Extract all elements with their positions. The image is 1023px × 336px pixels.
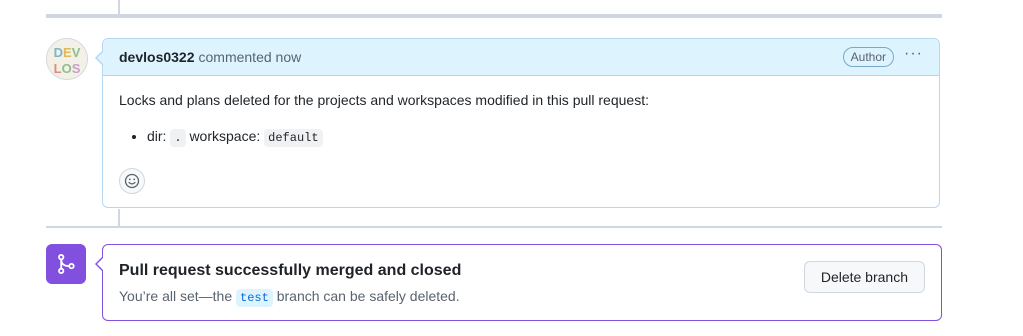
comment-author[interactable]: devlos0322: [119, 49, 195, 65]
smiley-icon: [124, 173, 140, 189]
timeline-divider: [46, 226, 942, 228]
avatar-letter: V: [72, 45, 81, 60]
avatar-letter: E: [63, 45, 72, 60]
merge-badge: [46, 244, 86, 284]
timeline-line: [118, 209, 120, 226]
dir-value: .: [170, 129, 186, 147]
avatar-letter: D: [54, 45, 63, 60]
merge-description: You’re all set—the test branch can be sa…: [119, 288, 460, 307]
workspace-value: default: [264, 129, 323, 147]
avatar-letter: L: [54, 61, 62, 76]
comment-timestamp[interactable]: commented now: [199, 49, 302, 65]
merge-desc-prefix: You’re all set—the: [119, 288, 233, 304]
avatar-letter: S: [72, 61, 81, 76]
dir-label: dir:: [147, 128, 167, 144]
comment-intro: Locks and plans deleted for the projects…: [119, 92, 649, 108]
merge-title: Pull request successfully merged and clo…: [119, 262, 462, 279]
avatar-text-bottom: LOS: [54, 61, 81, 76]
timeline-line: [118, 0, 120, 14]
branch-name[interactable]: test: [236, 289, 273, 307]
comment-header: devlos0322 commented now Author ···: [103, 39, 939, 76]
timeline-divider: [46, 14, 942, 18]
avatar-image: DEV LOS: [47, 39, 87, 79]
workspace-label: workspace:: [189, 128, 261, 144]
add-reaction-button[interactable]: [119, 168, 145, 194]
merge-status-box: Pull request successfully merged and clo…: [95, 244, 942, 321]
pr-timeline: DEV LOS devlos0322 commented now Author …: [0, 0, 1023, 336]
git-merge-icon: [58, 254, 75, 274]
avatar-letter: O: [62, 61, 72, 76]
merge-desc-suffix: branch can be safely deleted.: [276, 288, 460, 304]
delete-branch-button[interactable]: Delete branch: [803, 261, 925, 293]
comment-list: dir: . workspace: default: [119, 126, 923, 148]
comment-box: devlos0322 commented now Author ··· Lock…: [95, 38, 940, 208]
avatar[interactable]: DEV LOS: [46, 38, 88, 80]
kebab-menu-icon[interactable]: ···: [904, 46, 923, 68]
comment-body: Locks and plans deleted for the projects…: [103, 76, 939, 148]
author-badge: Author: [842, 47, 895, 67]
avatar-text-top: DEV: [54, 45, 81, 60]
list-item: dir: . workspace: default: [147, 126, 923, 148]
